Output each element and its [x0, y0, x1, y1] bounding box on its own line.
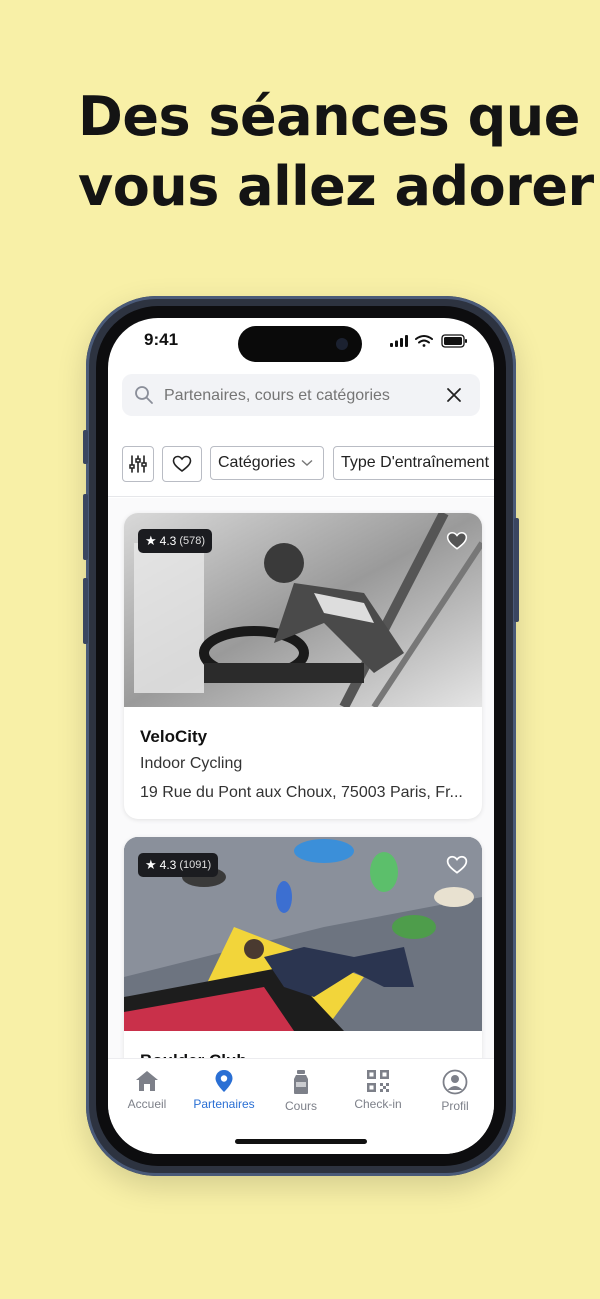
tab-label: Accueil: [127, 1097, 167, 1111]
rating-count: (1091): [179, 859, 212, 871]
search-bar[interactable]: [122, 374, 480, 418]
sliders-icon: [129, 455, 147, 473]
categories-label: Catégories: [218, 454, 296, 471]
chevron-down-icon: [301, 459, 313, 466]
bottle-icon: [294, 1070, 308, 1094]
rating-value: 4.3: [159, 858, 177, 872]
signal-icon: [390, 335, 408, 347]
home-indicator[interactable]: [235, 1139, 367, 1144]
close-icon[interactable]: [446, 387, 462, 403]
tab-accueil[interactable]: Accueil: [110, 1069, 184, 1111]
home-icon: [136, 1071, 158, 1091]
status-time: 9:41: [144, 330, 179, 349]
tab-partenaires[interactable]: Partenaires: [187, 1069, 261, 1111]
search-icon: [135, 386, 153, 404]
training-type-label: Type D'entraînement: [341, 454, 490, 471]
favorite-heart-icon[interactable]: [446, 855, 468, 875]
favorites-filter-button[interactable]: [162, 446, 202, 482]
dynamic-island: [238, 326, 362, 362]
power-button: [514, 518, 519, 622]
rating-badge: ★ 4.3 (578): [138, 529, 213, 553]
rating-value: 4.3: [159, 534, 177, 548]
star-icon: ★: [145, 857, 157, 872]
headline-line-2: vous allez adorer: [78, 155, 594, 218]
battery-icon: [441, 334, 467, 348]
tab-check-in[interactable]: Check-in: [341, 1069, 415, 1111]
partner-address: 19 Rue du Pont aux Choux, 75003 Paris, F…: [140, 784, 463, 801]
tab-label: Cours: [284, 1099, 317, 1113]
tab-label: Profil: [441, 1099, 469, 1113]
search-input[interactable]: [162, 374, 446, 418]
favorite-heart-icon[interactable]: [446, 531, 468, 551]
bottom-tab-bar: Accueil Partenaires Cours Check-in Profi…: [108, 1058, 494, 1154]
heart-outline-icon: [172, 455, 192, 473]
volume-up-button: [83, 494, 88, 560]
phone-mockup: 9:41 Partenaires, cours et catégories Ca…: [83, 296, 519, 1176]
wifi-icon: [415, 335, 433, 347]
headline: Des séances que vous allez adorer: [78, 82, 594, 222]
partner-list: ★ 4.3 (578) VeloCity Indoor Cycling 19 R…: [108, 498, 494, 1137]
categories-dropdown[interactable]: Catégories: [210, 446, 324, 480]
tab-label: Partenaires: [193, 1097, 255, 1111]
partner-category: Indoor Cycling: [140, 755, 243, 772]
filter-settings-button[interactable]: [122, 446, 154, 482]
map-pin-icon: [215, 1070, 233, 1092]
qr-code-icon: [367, 1070, 389, 1092]
rating-badge: ★ 4.3 (1091): [138, 853, 219, 877]
volume-down-button: [83, 578, 88, 644]
status-icons: [390, 334, 468, 348]
rating-count: (578): [179, 535, 206, 547]
filter-bar: Catégories Type D'entraînement: [108, 442, 494, 497]
action-button: [83, 430, 88, 464]
training-type-dropdown[interactable]: Type D'entraînement: [333, 446, 494, 480]
star-icon: ★: [145, 533, 157, 548]
phone-screen: 9:41 Partenaires, cours et catégories Ca…: [108, 318, 494, 1154]
tab-cours[interactable]: Cours: [264, 1069, 338, 1113]
headline-line-1: Des séances que: [78, 85, 580, 148]
tab-label: Check-in: [354, 1097, 402, 1111]
partner-card[interactable]: ★ 4.3 (578) VeloCity Indoor Cycling 19 R…: [124, 513, 482, 819]
partner-name: VeloCity: [140, 727, 208, 746]
camera-icon: [336, 338, 348, 350]
profile-icon: [442, 1069, 468, 1095]
tab-profil[interactable]: Profil: [418, 1069, 492, 1113]
